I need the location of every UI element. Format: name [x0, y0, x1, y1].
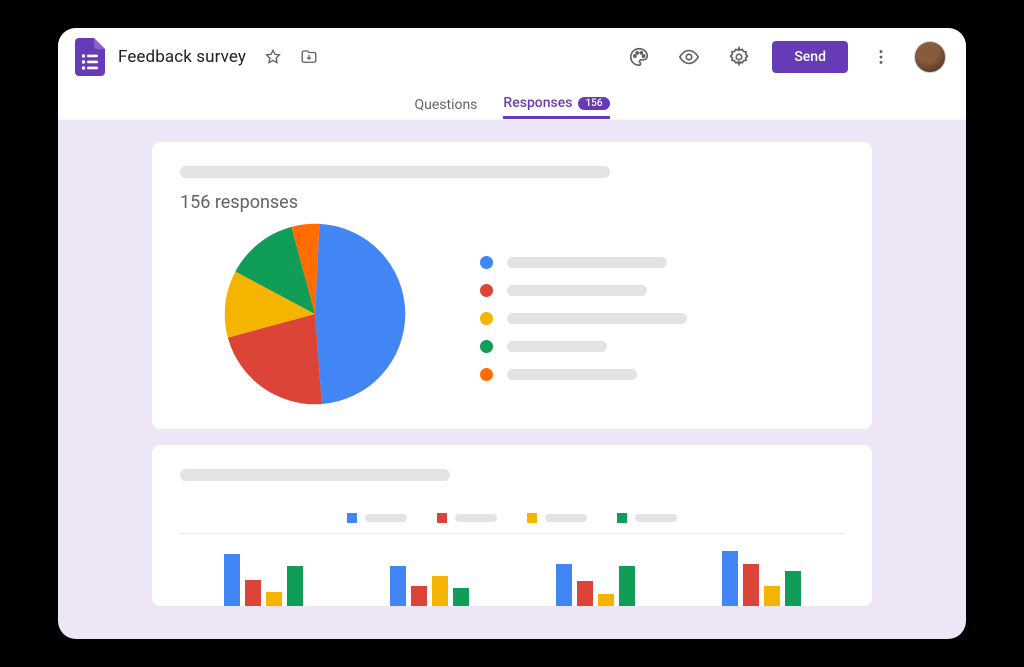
question-title-placeholder — [180, 166, 610, 178]
bar-group — [556, 564, 635, 606]
bar — [577, 581, 593, 606]
forms-logo-icon[interactable] — [72, 39, 108, 75]
send-button[interactable]: Send — [772, 41, 848, 73]
legend-label-placeholder — [455, 514, 497, 522]
summary-card: 156 responses — [152, 142, 872, 429]
legend-item — [480, 368, 687, 381]
legend-label-placeholder — [545, 514, 587, 522]
bar-legend — [180, 513, 844, 523]
legend-swatch-icon — [437, 513, 447, 523]
preview-eye-icon[interactable] — [672, 40, 706, 74]
palette-icon[interactable] — [622, 40, 656, 74]
content-area: 156 responses — [58, 120, 966, 606]
bar — [245, 580, 261, 606]
bar — [598, 594, 614, 606]
pie-chart-row — [180, 219, 844, 409]
bar — [556, 564, 572, 606]
legend-label-placeholder — [507, 257, 667, 268]
document-title[interactable]: Feedback survey — [118, 47, 246, 67]
legend-dot-icon — [480, 284, 493, 297]
legend-item — [480, 284, 687, 297]
title-icons — [260, 44, 322, 70]
legend-dot-icon — [480, 256, 493, 269]
bar-question-title-placeholder — [180, 469, 450, 481]
bar — [224, 554, 240, 606]
header-bar: Feedback survey Send — [58, 28, 966, 86]
star-icon[interactable] — [260, 44, 286, 70]
bar-legend-item — [617, 513, 677, 523]
legend-label-placeholder — [507, 369, 637, 380]
legend-swatch-icon — [527, 513, 537, 523]
tab-strip: Questions Responses 156 — [58, 86, 966, 120]
bar-legend-item — [527, 513, 587, 523]
bar — [287, 566, 303, 606]
legend-item — [480, 340, 687, 353]
bar-group — [224, 554, 303, 606]
tab-questions[interactable]: Questions — [414, 86, 477, 119]
legend-dot-icon — [480, 312, 493, 325]
bar — [722, 551, 738, 606]
legend-dot-icon — [480, 340, 493, 353]
bar-axis-line — [180, 533, 844, 534]
legend-item — [480, 256, 687, 269]
legend-label-placeholder — [507, 341, 607, 352]
tab-responses-label: Responses — [503, 95, 572, 111]
bar — [453, 588, 469, 606]
more-vert-icon[interactable] — [864, 40, 898, 74]
legend-dot-icon — [480, 368, 493, 381]
bar-group — [390, 566, 469, 606]
response-count-title: 156 responses — [180, 192, 844, 213]
bar — [619, 566, 635, 606]
bar-card — [152, 445, 872, 606]
bar — [390, 566, 406, 606]
legend-label-placeholder — [507, 313, 687, 324]
pie-slice — [315, 224, 405, 404]
legend-item — [480, 312, 687, 325]
bar — [432, 576, 448, 606]
tab-questions-label: Questions — [414, 97, 477, 113]
tab-responses[interactable]: Responses 156 — [503, 86, 609, 119]
bar — [764, 586, 780, 606]
legend-swatch-icon — [347, 513, 357, 523]
header-actions: Send — [622, 40, 946, 74]
legend-label-placeholder — [635, 514, 677, 522]
bar — [743, 564, 759, 606]
bar — [785, 571, 801, 606]
response-count-badge: 156 — [578, 97, 609, 110]
legend-label-placeholder — [365, 514, 407, 522]
bar — [411, 586, 427, 606]
user-avatar[interactable] — [914, 41, 946, 73]
pie-chart — [220, 219, 410, 409]
bar-groups — [180, 544, 844, 606]
legend-swatch-icon — [617, 513, 627, 523]
bar-group — [722, 551, 801, 606]
bar-legend-item — [347, 513, 407, 523]
move-to-folder-icon[interactable] — [296, 44, 322, 70]
app-window: Feedback survey Send — [58, 28, 966, 639]
bar — [266, 592, 282, 606]
pie-legend — [480, 256, 687, 381]
legend-label-placeholder — [507, 285, 647, 296]
settings-gear-icon[interactable] — [722, 40, 756, 74]
bar-legend-item — [437, 513, 497, 523]
